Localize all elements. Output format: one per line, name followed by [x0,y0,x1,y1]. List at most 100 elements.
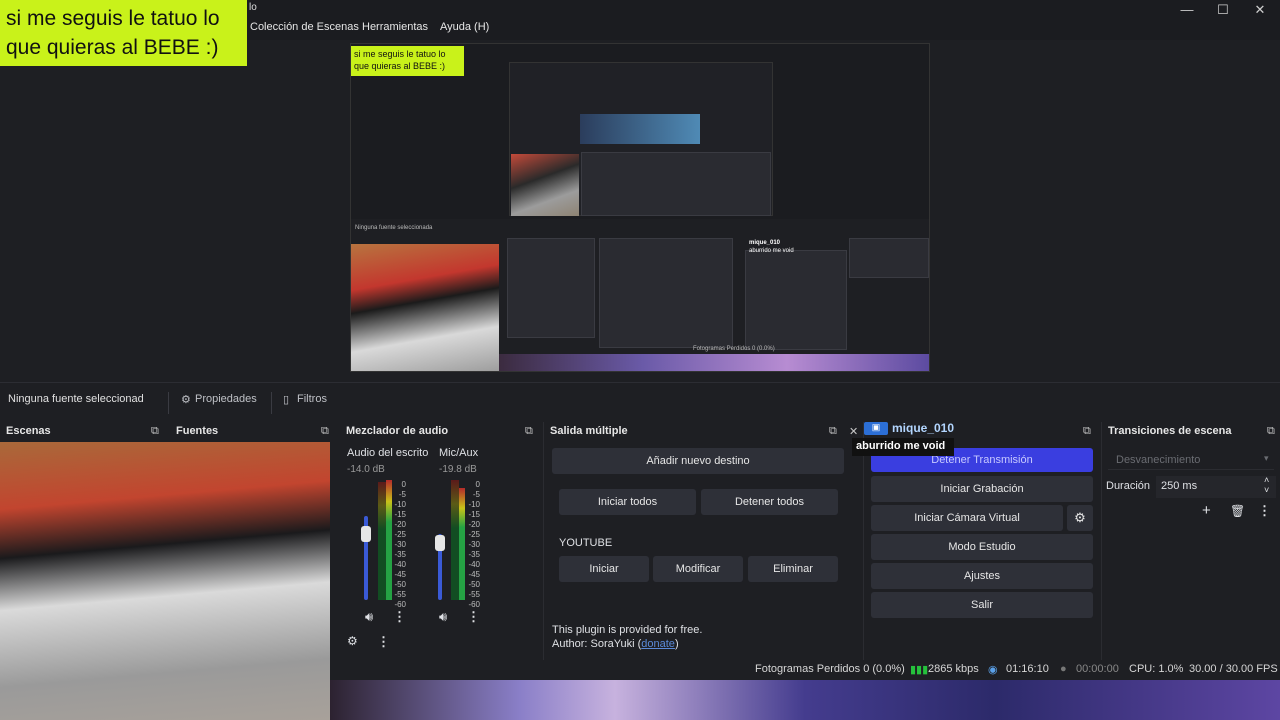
meter-tick-label: -45 [394,570,406,579]
meter-tick-label: -5 [398,490,406,499]
studio-mode-button[interactable]: Modo Estudio [871,534,1093,560]
duration-label: Duración [1106,480,1151,492]
maximize-icon[interactable]: ☐ [1213,2,1233,18]
platform-icon: ▣ [864,422,888,435]
add-destination-button[interactable]: Añadir nuevo destino [552,448,844,474]
duration-value: 250 ms [1161,480,1198,492]
status-bar: Fotogramas Perdidos 0 (0.0%) ▮▮▮ 2865 kb… [330,660,1280,680]
chevron-up-icon[interactable]: ˄ [1264,475,1269,485]
start-all-button[interactable]: Iniciar todos [559,489,696,515]
meter-tick-label: -15 [468,510,480,519]
start-destination-button[interactable]: Iniciar [559,556,649,582]
meter-tick-label: -30 [394,540,406,549]
meter-tick-label: -10 [468,500,480,509]
exit-button[interactable]: Salir [871,592,1093,618]
properties-button[interactable]: Propiedades [195,393,257,405]
more-icon[interactable]: ⋮ [467,609,480,625]
nested-docks-small [581,152,771,216]
meter-tick-label: -20 [468,520,480,529]
trash-icon[interactable]: 🗑︎ [1230,504,1245,518]
close-icon[interactable]: ✕ [1250,2,1270,18]
volume-knob-desktop[interactable] [361,526,371,542]
preview-canvas[interactable]: si me seguis le tatuo lo que quieras al … [350,43,930,372]
add-icon[interactable]: + [1202,502,1211,519]
close-icon[interactable]: ✕ [849,425,858,438]
more-icon[interactable]: ⋮ [393,609,406,625]
plugin-free-note: This plugin is provided for free. [552,624,703,636]
transitions-title: Transiciones de escena [1108,425,1232,437]
nested-transitions [849,238,929,278]
nested-overlay-line2: que quieras al BEBE :) [354,61,446,71]
mixer-title: Mezclador de audio [346,425,449,437]
level-meter-desktop-bg [378,482,386,600]
nested-overlay-line1: si me seguis le tatuo lo [354,49,446,59]
toolbar-divider [168,392,169,414]
more-icon[interactable]: ⋮ [1258,503,1271,519]
minimize-icon[interactable]: — [1177,2,1197,17]
menu-scene-collection[interactable]: Colección de Escenas [250,21,359,33]
transitions-dock: Transiciones de escena ⧉ Desvanecimiento… [1102,422,1280,660]
overlay-line1: si me seguis le tatuo lo [6,7,220,30]
author-suffix: ) [674,638,679,650]
channel-mic-db: -19.8 dB [439,464,477,475]
start-recording-button[interactable]: Iniciar Grabación [871,476,1093,502]
more-icon[interactable]: ⋮ [377,634,390,650]
nested-inner-preview [580,114,700,144]
undock-icon[interactable]: ⧉ [1083,425,1091,438]
duration-stepper[interactable]: 250 ms ˄ ˅ [1156,475,1276,498]
undock-icon[interactable]: ⧉ [525,425,533,438]
gear-icon[interactable]: ⚙ [1067,505,1093,531]
chevron-down-icon[interactable]: ˅ [1264,485,1269,495]
settings-button[interactable]: Ajustes [871,563,1093,589]
meter-tick-label: -25 [468,530,480,539]
filters-button[interactable]: Filtros [297,393,327,405]
filter-icon: ▯ [283,394,290,406]
undock-icon[interactable]: ⧉ [151,425,159,438]
multi-output-dock: Salida múltiple ⧉ ✕ Añadir nuevo destino… [544,422,864,660]
gear-icon: ⚙ [181,394,191,406]
stream-time: 01:16:10 [1006,663,1049,675]
audio-mixer-dock: Mezclador de audio ⧉ Audio del escrito -… [340,422,544,660]
meter-scale-desktop: 0 -5 -10 -15 -20 -25 -30 -35 -40 -45 -50 -55 -60 [390,480,406,610]
nested-frames: Fotogramas Perdidos 0 (0.0%) [693,346,775,352]
chat-user-row: ▣ mique_010 [864,420,954,437]
multi-title: Salida múltiple [550,425,628,437]
meter-tick-label: -55 [394,590,406,599]
stop-all-button[interactable]: Detener todos [701,489,838,515]
meter-tick-label: -25 [394,530,406,539]
level-meter-mic-bg [451,480,459,600]
channel-desktop-name: Audio del escrito [347,447,429,459]
signal-icon: ▮▮▮ [910,664,929,676]
menu-help[interactable]: Ayuda (H) [440,21,489,33]
start-virtual-camera-button[interactable]: Iniciar Cámara Virtual [871,505,1063,531]
speaker-icon[interactable]: 🔊︎ [439,609,447,625]
nested-webcam [351,244,499,371]
meter-tick-label: -50 [468,580,480,589]
nested-multi-output [599,238,733,348]
volume-knob-mic[interactable] [435,535,445,551]
meter-tick-label: -55 [468,590,480,599]
sources-dock: Fuentes ⧉ [170,422,338,442]
toolbar-divider [271,392,272,414]
undock-icon[interactable]: ⧉ [1267,425,1275,438]
undock-icon[interactable]: ⧉ [321,425,329,438]
modify-destination-button[interactable]: Modificar [653,556,743,582]
meter-tick-label: 0 [401,480,406,489]
stream-icon: ◉ [988,664,998,676]
menu-tools[interactable]: Herramientas [362,21,428,33]
chat-message: aburrido me void [856,440,946,452]
transition-select[interactable]: Desvanecimiento ▾ [1108,450,1274,470]
meter-tick-label: -20 [394,520,406,529]
delete-destination-button[interactable]: Eliminar [748,556,838,582]
gear-icon[interactable]: ⚙ [347,634,358,648]
sources-title: Fuentes [176,425,219,437]
webcam-feed [0,442,330,720]
nested-chat-msg: aburrido me void [749,248,794,254]
speaker-icon[interactable]: 🔊︎ [365,609,373,625]
nested-no-source: Ninguna fuente seleccionada [355,225,433,231]
scenes-dock: Escenas ⧉ [0,422,168,442]
undock-icon[interactable]: ⧉ [829,425,837,438]
meter-scale-mic: 0 -5 -10 -15 -20 -25 -30 -35 -40 -45 -50 -55 -60 [464,480,480,610]
nested-controls [745,250,847,350]
donate-link[interactable]: donate [641,638,675,650]
